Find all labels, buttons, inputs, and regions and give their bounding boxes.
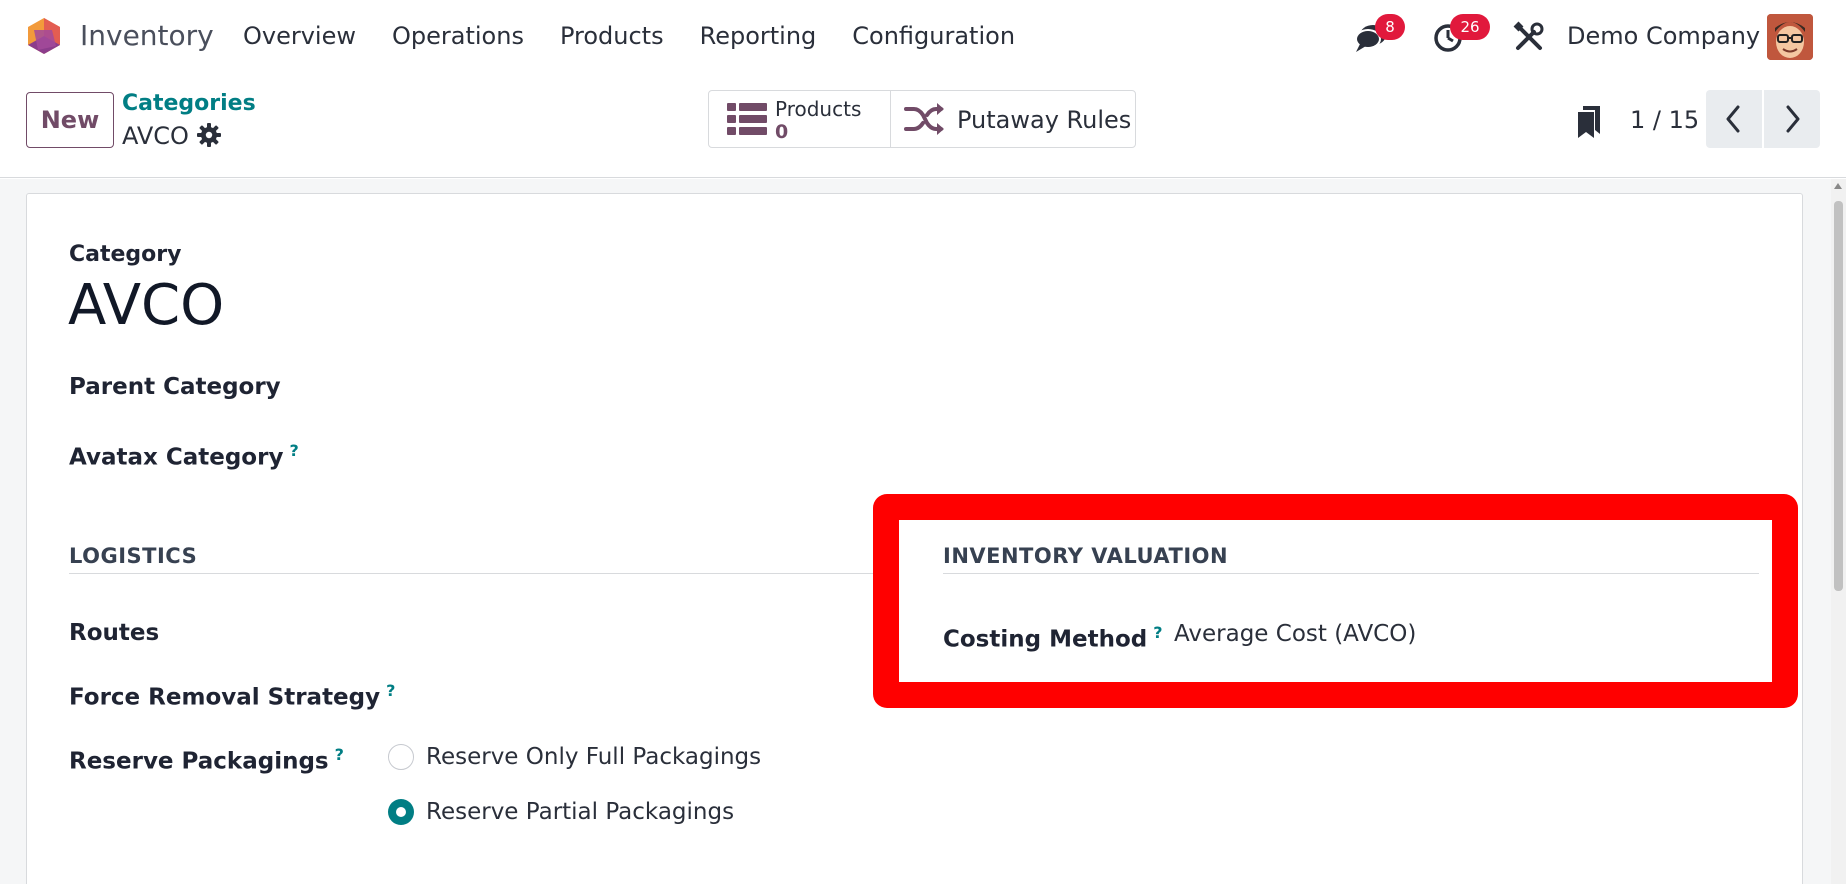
company-switcher[interactable]: Demo Company	[1567, 18, 1760, 54]
inventory-valuation-section-title: INVENTORY VALUATION	[943, 544, 1229, 568]
breadcrumb-categories[interactable]: Categories	[122, 90, 256, 118]
inventory-app-icon[interactable]	[26, 16, 62, 56]
radio-button-checked[interactable]	[388, 799, 414, 825]
products-smart-button[interactable]: Products 0	[709, 91, 891, 147]
costing-method-help-tooltip[interactable]: ?	[1153, 623, 1162, 642]
products-smart-count: 0	[775, 121, 789, 143]
routes-label: Routes	[69, 620, 160, 646]
radio-button-unchecked[interactable]	[388, 744, 414, 770]
list-icon	[727, 103, 767, 135]
smart-buttons: Products 0 Putaway Rules	[708, 90, 1136, 148]
logistics-section-title: LOGISTICS	[69, 544, 198, 568]
vertical-scrollbar[interactable]	[1831, 179, 1846, 884]
menu-overview[interactable]: Overview	[243, 18, 356, 54]
force-removal-help-tooltip[interactable]: ?	[386, 681, 395, 700]
category-label: Category	[69, 242, 182, 267]
logistics-divider	[69, 573, 875, 574]
scroll-thumb[interactable]	[1834, 201, 1843, 591]
avatar-face-icon	[1767, 14, 1813, 60]
parent-category-label: Parent Category	[69, 372, 281, 402]
parent-category-label-text: Parent Category	[69, 374, 281, 400]
app-name[interactable]: Inventory	[80, 18, 214, 54]
putaway-rules-label: Putaway Rules	[957, 106, 1132, 134]
avatax-help-tooltip[interactable]: ?	[289, 441, 298, 460]
user-avatar[interactable]	[1767, 14, 1813, 60]
scroll-up-arrow-icon[interactable]	[1834, 183, 1842, 189]
pager-previous-button[interactable]	[1706, 90, 1762, 148]
products-smart-label: Products	[775, 97, 862, 121]
gear-icon[interactable]	[197, 123, 221, 147]
category-name-field[interactable]: AVCO	[68, 272, 224, 340]
chevron-right-icon	[1786, 105, 1800, 133]
reserve-packagings-label-text: Reserve Packagings	[69, 748, 329, 775]
activities-badge: 26	[1450, 14, 1490, 40]
reserve-packagings-help-tooltip[interactable]: ?	[335, 745, 344, 764]
main-menu: Overview Operations Products Reporting C…	[243, 18, 1051, 54]
costing-method-label-text: Costing Method	[943, 626, 1148, 653]
pager-next-button[interactable]	[1764, 90, 1820, 148]
costing-method-label: Costing Method?	[943, 618, 1163, 655]
avatax-category-label: Avatax Category?	[69, 436, 299, 473]
force-removal-strategy-label: Force Removal Strategy?	[69, 676, 395, 713]
putaway-rules-smart-button[interactable]: Putaway Rules	[891, 91, 1135, 147]
bookmark-icon[interactable]	[1576, 104, 1602, 138]
debug-tools-icon[interactable]	[1512, 20, 1546, 54]
force-removal-strategy-label-text: Force Removal Strategy	[69, 684, 381, 711]
new-button[interactable]: New	[26, 92, 114, 148]
radio-label: Reserve Only Full Packagings	[426, 744, 762, 770]
radio-reserve-partial-packagings[interactable]: Reserve Partial Packagings	[388, 797, 734, 827]
menu-products[interactable]: Products	[560, 18, 664, 54]
red-highlight-annotation	[873, 494, 1798, 708]
menu-configuration[interactable]: Configuration	[852, 18, 1015, 54]
menu-reporting[interactable]: Reporting	[700, 18, 817, 54]
radio-reserve-full-packagings[interactable]: Reserve Only Full Packagings	[388, 742, 761, 772]
top-navbar: Inventory Overview Operations Products R…	[0, 0, 1846, 74]
inventory-valuation-divider	[943, 573, 1759, 574]
control-panel: New Categories AVCO Products 0 Putaway R…	[0, 74, 1846, 178]
breadcrumb-current-record: AVCO	[122, 122, 189, 150]
reserve-packagings-label: Reserve Packagings?	[69, 740, 344, 777]
menu-operations[interactable]: Operations	[392, 18, 524, 54]
avatax-category-label-text: Avatax Category	[69, 444, 284, 471]
radio-label: Reserve Partial Packagings	[426, 799, 735, 825]
chevron-left-icon	[1726, 105, 1740, 133]
messages-badge: 8	[1375, 14, 1405, 40]
pager-value[interactable]: 1 / 15	[1630, 104, 1699, 136]
shuffle-random-icon	[904, 103, 944, 135]
costing-method-field[interactable]: Average Cost (AVCO)	[1174, 619, 1416, 649]
